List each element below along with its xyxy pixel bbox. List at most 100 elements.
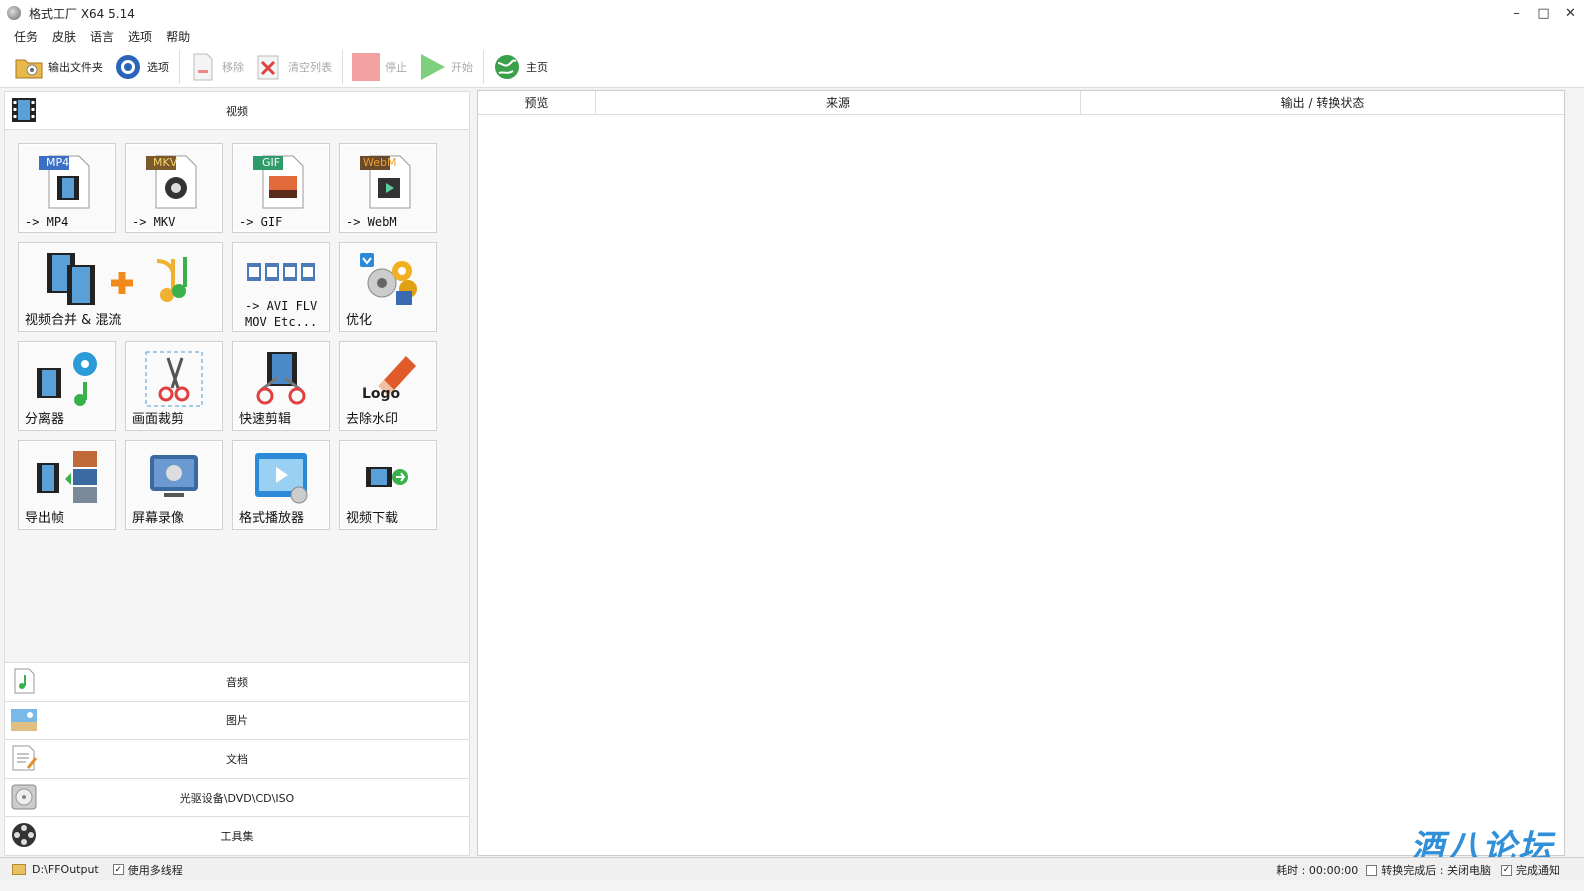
category-audio[interactable]: 音频 [5,662,469,701]
globe-icon [492,52,522,82]
avi-flv-label-line1: -> AVI FLV [245,299,318,313]
menu-language[interactable]: 语言 [90,28,114,45]
tile-video-join-mux[interactable]: 视频合并 & 混流 [18,242,223,332]
menu-bar: 任务 皮肤 语言 选项 帮助 [0,26,1584,46]
crop-scissors-icon [145,351,203,407]
film-strip-icon [10,96,38,124]
category-optical-drive-label: 光驱设备\DVD\CD\ISO [179,791,295,805]
output-folder-label: 输出文件夹 [48,60,103,74]
category-image[interactable]: 图片 [5,700,469,740]
tile-to-avi-flv-mov[interactable]: -> AVI FLV MOV Etc... [232,242,330,332]
start-button[interactable]: 开始 [417,49,473,85]
tile-remove-watermark-label: 去除水印 [346,412,399,427]
stop-button[interactable]: 停止 [351,49,407,85]
tile-quick-clip-label: 快速剪辑 [239,412,292,427]
toolbar-separator [483,49,484,84]
close-button[interactable]: ✕ [1557,0,1584,26]
tile-to-mkv[interactable]: -> MKV MKV [125,143,223,233]
menu-skin[interactable]: 皮肤 [52,28,76,45]
column-source[interactable]: 来源 [596,91,1081,115]
column-preview[interactable]: 预览 [478,91,596,115]
maximize-button[interactable]: □ [1530,0,1557,26]
tile-splitter-label: 分离器 [25,412,65,427]
quick-clip-icon [256,352,306,405]
tile-format-player[interactable]: 格式播放器 [232,440,330,530]
remove-file-icon [188,52,218,82]
clear-list-button[interactable]: 清空列表 [254,49,332,85]
tile-export-frames[interactable]: 导出帧 [18,440,116,530]
elapsed-time: 耗时 : 00:00:00 [1276,864,1359,877]
disc-drive-icon [10,783,38,811]
tile-splitter[interactable]: 分离器 [18,341,116,431]
remove-button[interactable]: 移除 [188,49,244,85]
tile-to-webm-label: -> WebM [346,215,397,229]
status-right: 耗时 : 00:00:00 转换完成后 : 关闭电脑 ✓ 完成通知 [1276,858,1560,882]
multi-format-icon [247,263,315,281]
play-icon [417,52,447,82]
splitter-icon [37,352,97,406]
menu-task[interactable]: 任务 [14,28,38,45]
category-document[interactable]: 文档 [5,739,469,778]
tile-to-mp4[interactable]: -> MP4 MP4 [18,143,116,233]
app-icon [7,6,21,20]
player-icon [255,453,308,504]
menu-help[interactable]: 帮助 [166,28,190,45]
start-label: 开始 [451,60,473,74]
tile-to-webm[interactable]: -> WebM WebM [339,143,437,233]
options-button[interactable]: 选项 [113,49,169,85]
tile-format-player-label: 格式播放器 [239,511,305,526]
notify-checkbox[interactable]: ✓ [1501,864,1512,876]
clear-list-icon [254,52,284,82]
tile-screen-record[interactable]: 屏幕录像 [125,440,223,530]
tile-optimize-label: 优化 [346,313,373,328]
tile-video-download-label: 视频下载 [346,511,399,526]
tile-export-frames-label: 导出帧 [25,511,65,526]
task-list[interactable]: 预览 来源 输出 / 转换状态 [477,90,1565,856]
multithread-checkbox[interactable]: ✓ [112,864,124,875]
minimize-button[interactable]: – [1503,0,1530,26]
output-path[interactable]: D:\FFOutput [32,863,99,876]
clear-list-label: 清空列表 [288,60,332,74]
options-label: 选项 [147,60,169,74]
tile-quick-clip[interactable]: 快速剪辑 [232,341,330,431]
picture-icon [10,706,38,734]
tile-optimize[interactable]: 优化 [339,242,437,332]
home-button[interactable]: 主页 [492,49,548,85]
webm-badge: WebM [363,156,397,169]
optimize-gears-icon [360,253,417,305]
home-label: 主页 [526,60,548,74]
output-folder-button[interactable]: 输出文件夹 [14,49,103,85]
category-toolbox[interactable]: 工具集 [5,816,469,855]
tile-crop[interactable]: 画面裁剪 [125,341,223,431]
tile-crop-label: 画面裁剪 [132,412,185,427]
mp4-badge: MP4 [46,156,70,169]
tile-to-gif[interactable]: -> GIF GIF [232,143,330,233]
tile-video-download[interactable]: 视频下载 [339,440,437,530]
toolbar-separator [342,49,343,84]
stop-icon [351,52,381,82]
remove-label: 移除 [222,60,244,74]
avi-flv-label-line2: MOV Etc... [245,315,318,329]
gif-badge: GIF [262,156,281,169]
video-merge-icon [47,253,187,305]
column-output-status[interactable]: 输出 / 转换状态 [1081,91,1564,115]
tile-to-gif-label: -> GIF [239,215,283,229]
after-done-checkbox[interactable] [1366,864,1378,876]
gif-file-icon [253,155,304,209]
after-done-label: 转换完成后 : 关闭电脑 [1381,864,1491,877]
logo-text: Logo [362,386,401,402]
category-panel: 视频 -> MP4 MP4 -> MKV MKV -> GIF GIF -> W… [4,91,470,856]
gear-icon [113,52,143,82]
tile-to-avi-flv-mov-label: -> AVI FLV MOV Etc... [245,298,317,330]
tile-to-mkv-label: -> MKV [132,215,176,229]
tile-to-mp4-label: -> MP4 [25,215,69,229]
document-icon [10,744,38,772]
menu-options[interactable]: 选项 [128,28,152,45]
title-bar: 格式工厂 X64 5.14 – □ ✕ [0,0,1584,26]
multithread-label: 使用多线程 [127,863,183,877]
export-frames-icon [37,451,97,503]
category-optical-drive[interactable]: 光驱设备\DVD\CD\ISO [5,777,469,817]
category-video[interactable]: 视频 [5,92,469,130]
tile-remove-watermark[interactable]: Logo 去除水印 [339,341,437,431]
category-document-label: 文档 [226,753,248,767]
